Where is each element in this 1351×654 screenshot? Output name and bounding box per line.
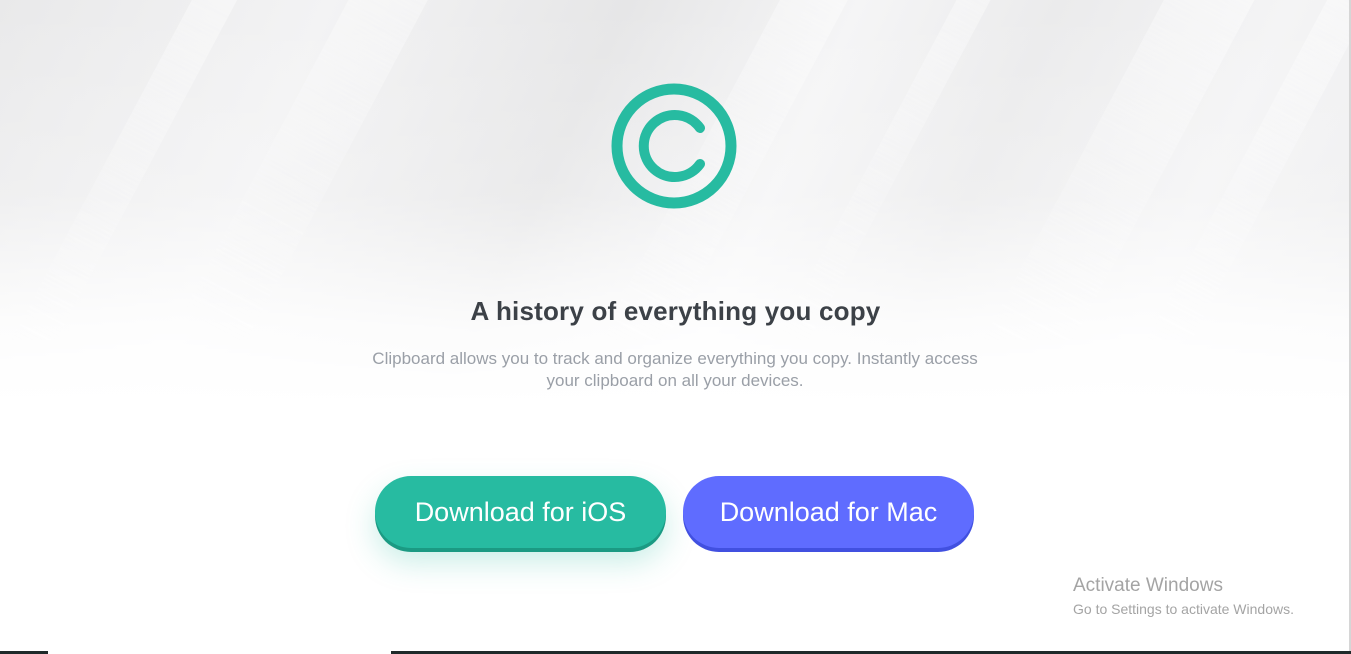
copyright-c-icon <box>611 83 737 209</box>
activate-windows-watermark: Activate Windows Go to Settings to activ… <box>1073 575 1294 619</box>
download-ios-button[interactable]: Download for iOS <box>375 476 666 548</box>
page-description: Clipboard allows you to track and organi… <box>372 349 978 390</box>
watermark-title: Activate Windows <box>1073 575 1223 596</box>
page-headline: A history of everything you copy <box>470 296 881 326</box>
download-mac-button[interactable]: Download for Mac <box>683 476 974 548</box>
watermark-subtitle: Go to Settings to activate Windows. <box>1073 601 1294 617</box>
